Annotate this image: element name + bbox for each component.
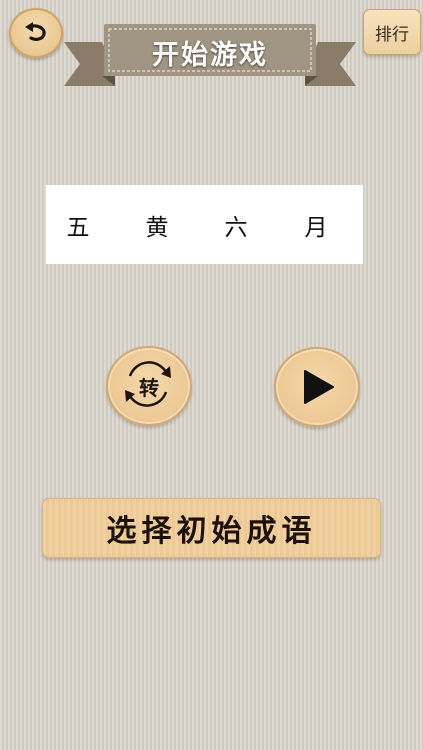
title-banner: 开始游戏	[60, 22, 360, 98]
rotate-button[interactable]: 转	[106, 346, 192, 426]
back-arrow-icon	[25, 22, 46, 41]
ranking-button[interactable]: 排行	[363, 9, 421, 55]
idiom-char: 黄	[145, 214, 169, 241]
idiom-char: 六	[224, 214, 248, 241]
rotate-label: 转	[139, 375, 159, 400]
choose-initial-idiom-button[interactable]: 选择初始成语	[42, 498, 381, 558]
page-title: 开始游戏	[152, 39, 268, 71]
idiom-char: 月	[304, 214, 328, 241]
idiom-char: 五	[66, 214, 90, 241]
play-icon	[304, 370, 334, 404]
back-button[interactable]	[9, 8, 63, 58]
idiom-display: 五 黄 六 月	[46, 185, 363, 264]
play-button[interactable]	[274, 347, 360, 427]
